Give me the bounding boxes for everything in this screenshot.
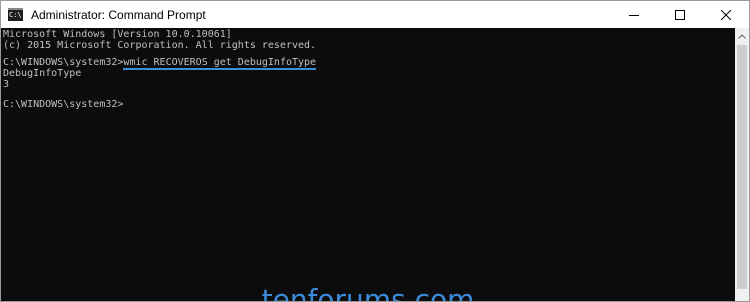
vertical-scrollbar[interactable] bbox=[735, 28, 749, 301]
minimize-button[interactable] bbox=[611, 1, 657, 28]
highlighted-command: wmic RECOVEROS get DebugInfoType bbox=[123, 57, 317, 70]
maximize-button[interactable] bbox=[657, 1, 703, 28]
scroll-up-arrow-icon bbox=[738, 33, 746, 39]
console-prompt-line: C:\WINDOWS\system32> bbox=[3, 99, 124, 110]
minimize-icon bbox=[629, 14, 639, 16]
title-bar[interactable]: C:\ Administrator: Command Prompt bbox=[1, 1, 749, 28]
scroll-up-button[interactable] bbox=[735, 30, 749, 42]
close-icon bbox=[721, 9, 731, 20]
watermark: tenforums.com bbox=[261, 283, 475, 301]
console-line: 3 bbox=[3, 79, 10, 90]
cmd-app-icon: C:\ bbox=[8, 8, 23, 21]
window-controls bbox=[611, 1, 749, 28]
close-button[interactable] bbox=[703, 1, 749, 28]
window-title: Administrator: Command Prompt bbox=[31, 7, 206, 22]
console-line: (c) 2015 Microsoft Corporation. All righ… bbox=[3, 40, 317, 51]
console-output[interactable]: Microsoft Windows [Version 10.0.10061] (… bbox=[1, 28, 735, 301]
command-prompt-window: C:\ Administrator: Command Prompt Micros… bbox=[0, 0, 750, 302]
maximize-icon bbox=[675, 9, 685, 20]
scroll-thumb[interactable] bbox=[737, 45, 747, 289]
prompt-path: C:\WINDOWS\system32> bbox=[3, 57, 124, 68]
console-line: DebugInfoType bbox=[3, 68, 82, 79]
